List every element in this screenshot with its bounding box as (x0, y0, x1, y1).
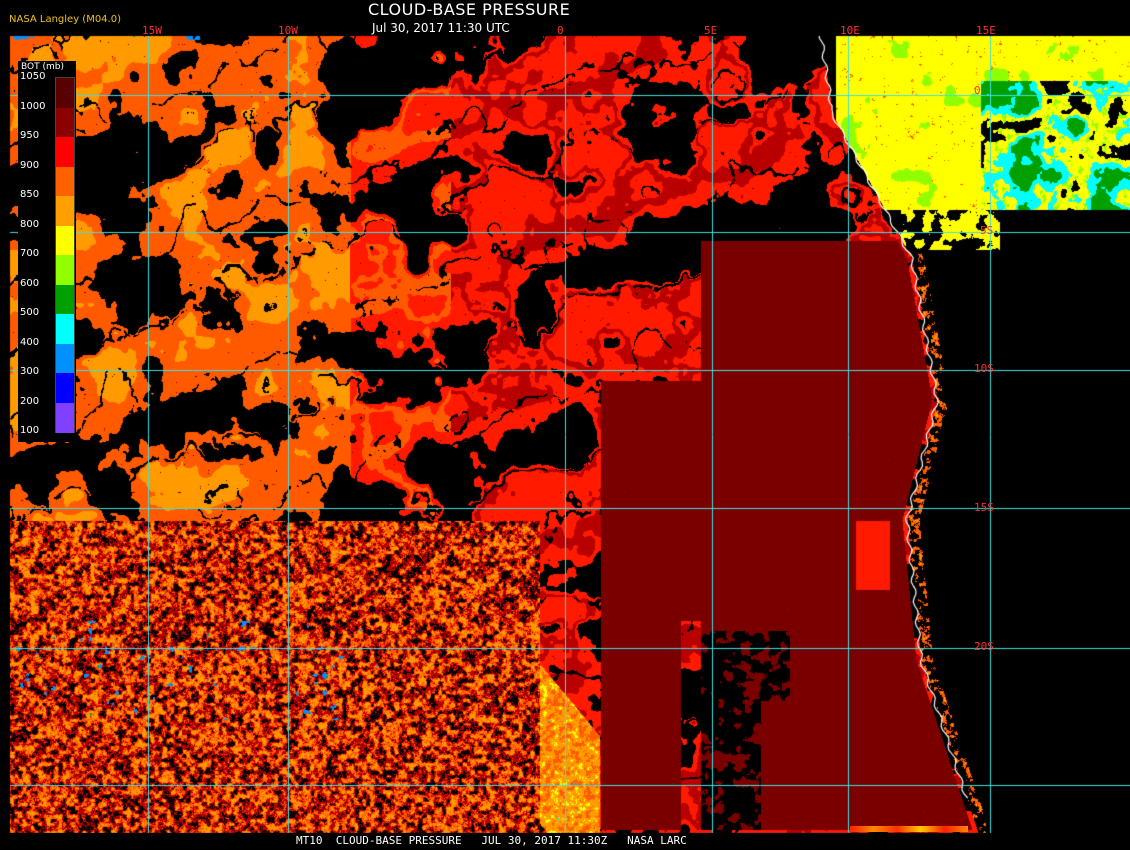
legend-swatch (56, 343, 74, 374)
legend-level-label: 850 (20, 189, 40, 200)
footer-caption: MT10 CLOUD-BASE PRESSURE JUL 30, 2017 11… (296, 834, 687, 847)
legend-level-label: 900 (20, 159, 40, 171)
legend-swatch (56, 166, 74, 197)
legend-level-label: 100 (20, 425, 40, 436)
lat-label-0: 0 (974, 84, 981, 97)
lon-label-0: 0 (557, 24, 564, 37)
legend-swatch (56, 373, 74, 403)
legend-level-label: 950 (20, 130, 40, 141)
legend-level-label: 300 (20, 366, 40, 377)
lon-label-5e: 5E (704, 24, 718, 37)
footer-color-strip (850, 826, 968, 832)
map-timestamp: Jul 30, 2017 11:30 UTC (372, 21, 510, 35)
footer-bar: MT10 CLOUD-BASE PRESSURE JUL 30, 2017 11… (0, 826, 1130, 850)
legend-swatch (56, 78, 74, 108)
legend-level-label: 600 (20, 277, 40, 289)
legend-color-bar (55, 77, 75, 433)
credit-label: NASA Langley (M04.0) (9, 14, 121, 25)
lon-label-15e: 15E (976, 24, 996, 37)
legend-level-label: 400 (20, 336, 40, 348)
map-title: CLOUD-BASE PRESSURE (368, 0, 571, 19)
lat-label-5s: 5S (980, 224, 994, 237)
legend-swatch (56, 225, 74, 256)
lat-label-10s: 10S (974, 362, 994, 375)
legend-swatch (56, 255, 74, 285)
lat-label-20s: 20S (974, 640, 994, 653)
legend-swatch (56, 107, 74, 138)
satellite-map-view: CLOUD-BASE PRESSURE Jul 30, 2017 11:30 U… (0, 0, 1130, 850)
legend-level-label: 500 (20, 307, 40, 318)
lon-label-15w: 15W (142, 24, 162, 37)
legend-swatch (56, 196, 74, 226)
legend-swatch (56, 314, 74, 344)
legend-level-label: 1000 (20, 100, 46, 112)
legend-level-label: 200 (20, 395, 40, 407)
legend-level-label: 1050 (20, 71, 46, 82)
cloud-base-pressure-map[interactable] (0, 0, 1130, 850)
legend-swatch (56, 284, 74, 315)
lon-label-10e: 10E (840, 24, 860, 37)
legend-swatch (56, 137, 74, 167)
lat-label-15s: 15S (974, 501, 994, 514)
pressure-legend: BOT (mb) 1050 1000 950 900 850 800 700 600 500 40… (18, 61, 76, 442)
legend-swatch (56, 402, 74, 433)
lon-label-10w: 10W (278, 24, 298, 37)
legend-level-label: 700 (20, 248, 40, 259)
legend-level-label: 800 (20, 218, 40, 230)
